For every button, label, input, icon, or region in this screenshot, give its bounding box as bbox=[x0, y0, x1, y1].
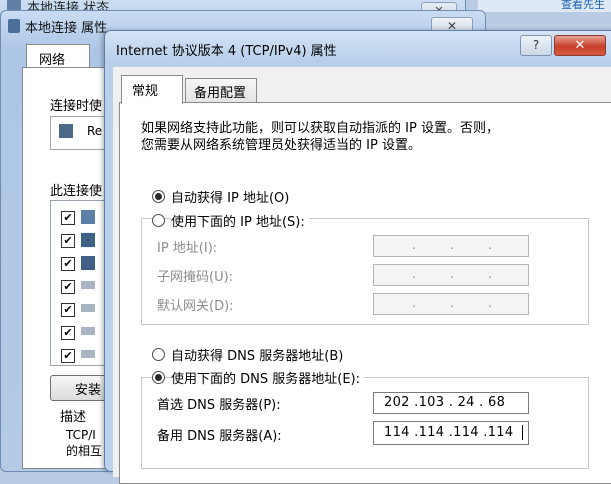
help-button[interactable]: ? bbox=[520, 35, 552, 56]
adapter-name: Re bbox=[87, 124, 103, 138]
item-checkbox[interactable]: ✔ bbox=[61, 303, 75, 317]
close-button[interactable]: ✕ bbox=[554, 35, 606, 56]
item-checkbox[interactable]: ✔ bbox=[61, 280, 75, 294]
properties-window-title: 本地连接 属性 bbox=[25, 21, 108, 36]
tab-general[interactable]: 常规 bbox=[121, 75, 183, 104]
alternate-dns-label: 备用 DNS 服务器(A): bbox=[157, 429, 282, 444]
tab-network-label: 网络 bbox=[39, 53, 66, 68]
ip-manual-label: 使用下面的 IP 地址(S): bbox=[171, 211, 309, 230]
ip-manual-radio[interactable] bbox=[152, 214, 165, 227]
preferred-dns-value: 202 .103 . 24 . 68 bbox=[384, 395, 506, 410]
dns-auto-radio[interactable] bbox=[152, 348, 165, 361]
description-group: 描述 TCP/I 的相互 bbox=[52, 406, 112, 466]
default-gateway-label: 默认网关(D): bbox=[157, 299, 234, 314]
item-checkbox[interactable]: ✔ bbox=[61, 234, 75, 248]
tab-network[interactable]: 网络 bbox=[26, 44, 90, 69]
default-gateway-input[interactable]: ... bbox=[373, 293, 529, 315]
item-checkbox[interactable]: ✔ bbox=[61, 257, 75, 271]
preferred-dns-label: 首选 DNS 服务器(P): bbox=[157, 398, 281, 413]
protocol-icon bbox=[81, 304, 95, 312]
protocol-icon bbox=[81, 327, 95, 335]
dns-manual-label: 使用下面的 DNS 服务器地址(E): bbox=[171, 368, 364, 387]
tab-alternate-config-label: 备用配置 bbox=[194, 86, 247, 101]
subnet-mask-input[interactable]: ... bbox=[373, 264, 529, 286]
item-checkbox[interactable]: ✔ bbox=[61, 326, 75, 340]
preferred-dns-input[interactable]: 202 .103 . 24 . 68 bbox=[373, 392, 529, 414]
ip-address-label: IP 地址(I): bbox=[157, 241, 218, 256]
item-checkbox[interactable]: ✔ bbox=[61, 349, 75, 363]
adapter-box: Re bbox=[50, 116, 112, 150]
alternate-dns-input[interactable]: 114 .114 .114 .114 bbox=[373, 421, 529, 445]
network-icon bbox=[81, 256, 95, 270]
subnet-mask-label: 子网掩码(U): bbox=[157, 270, 234, 285]
tab-general-label: 常规 bbox=[132, 84, 159, 99]
background-window-text: 查看先生 bbox=[561, 0, 605, 11]
items-label: 此连接使 bbox=[50, 184, 103, 199]
description-text: 的相互 bbox=[66, 444, 103, 458]
ipv4-properties-window: Internet 协议版本 4 (TCP/IPv4) 属性 ? ✕ 备用配置 常… bbox=[104, 30, 611, 484]
background-window-strip: 查看先生 bbox=[478, 0, 611, 12]
item-checkbox[interactable]: ✔ bbox=[61, 211, 75, 225]
protocol-icon bbox=[81, 350, 95, 358]
protocol-icon bbox=[81, 281, 95, 289]
alternate-dns-value: 114 .114 .114 .114 bbox=[384, 425, 514, 440]
ip-auto-radio[interactable] bbox=[152, 190, 165, 203]
tab-alternate-config[interactable]: 备用配置 bbox=[185, 78, 257, 103]
adapter-icon bbox=[59, 124, 73, 138]
network-icon bbox=[8, 19, 20, 33]
info-text-line-2: 您需要从网络系统管理员处获得适当的 IP 设置。 bbox=[141, 138, 421, 153]
connect-using-label: 连接时使 bbox=[50, 99, 103, 114]
description-label: 描述 bbox=[60, 410, 87, 425]
install-button[interactable]: 安装 bbox=[50, 375, 112, 401]
ip-auto-label: 自动获得 IP 地址(O) bbox=[171, 191, 290, 206]
client-icon bbox=[81, 210, 95, 224]
dns-manual-radio[interactable] bbox=[152, 371, 165, 384]
items-list: ✔ ✔ ✔ ✔ ✔ ✔ ✔ bbox=[50, 200, 112, 366]
network-icon bbox=[81, 233, 95, 247]
install-button-label: 安装 bbox=[75, 383, 102, 398]
ipv4-window-title: Internet 协议版本 4 (TCP/IPv4) 属性 bbox=[116, 44, 337, 59]
ip-address-input[interactable]: ... bbox=[373, 235, 529, 257]
text-caret bbox=[522, 425, 523, 440]
dns-auto-label: 自动获得 DNS 服务器地址(B) bbox=[171, 349, 344, 364]
description-text: TCP/I bbox=[66, 428, 96, 442]
